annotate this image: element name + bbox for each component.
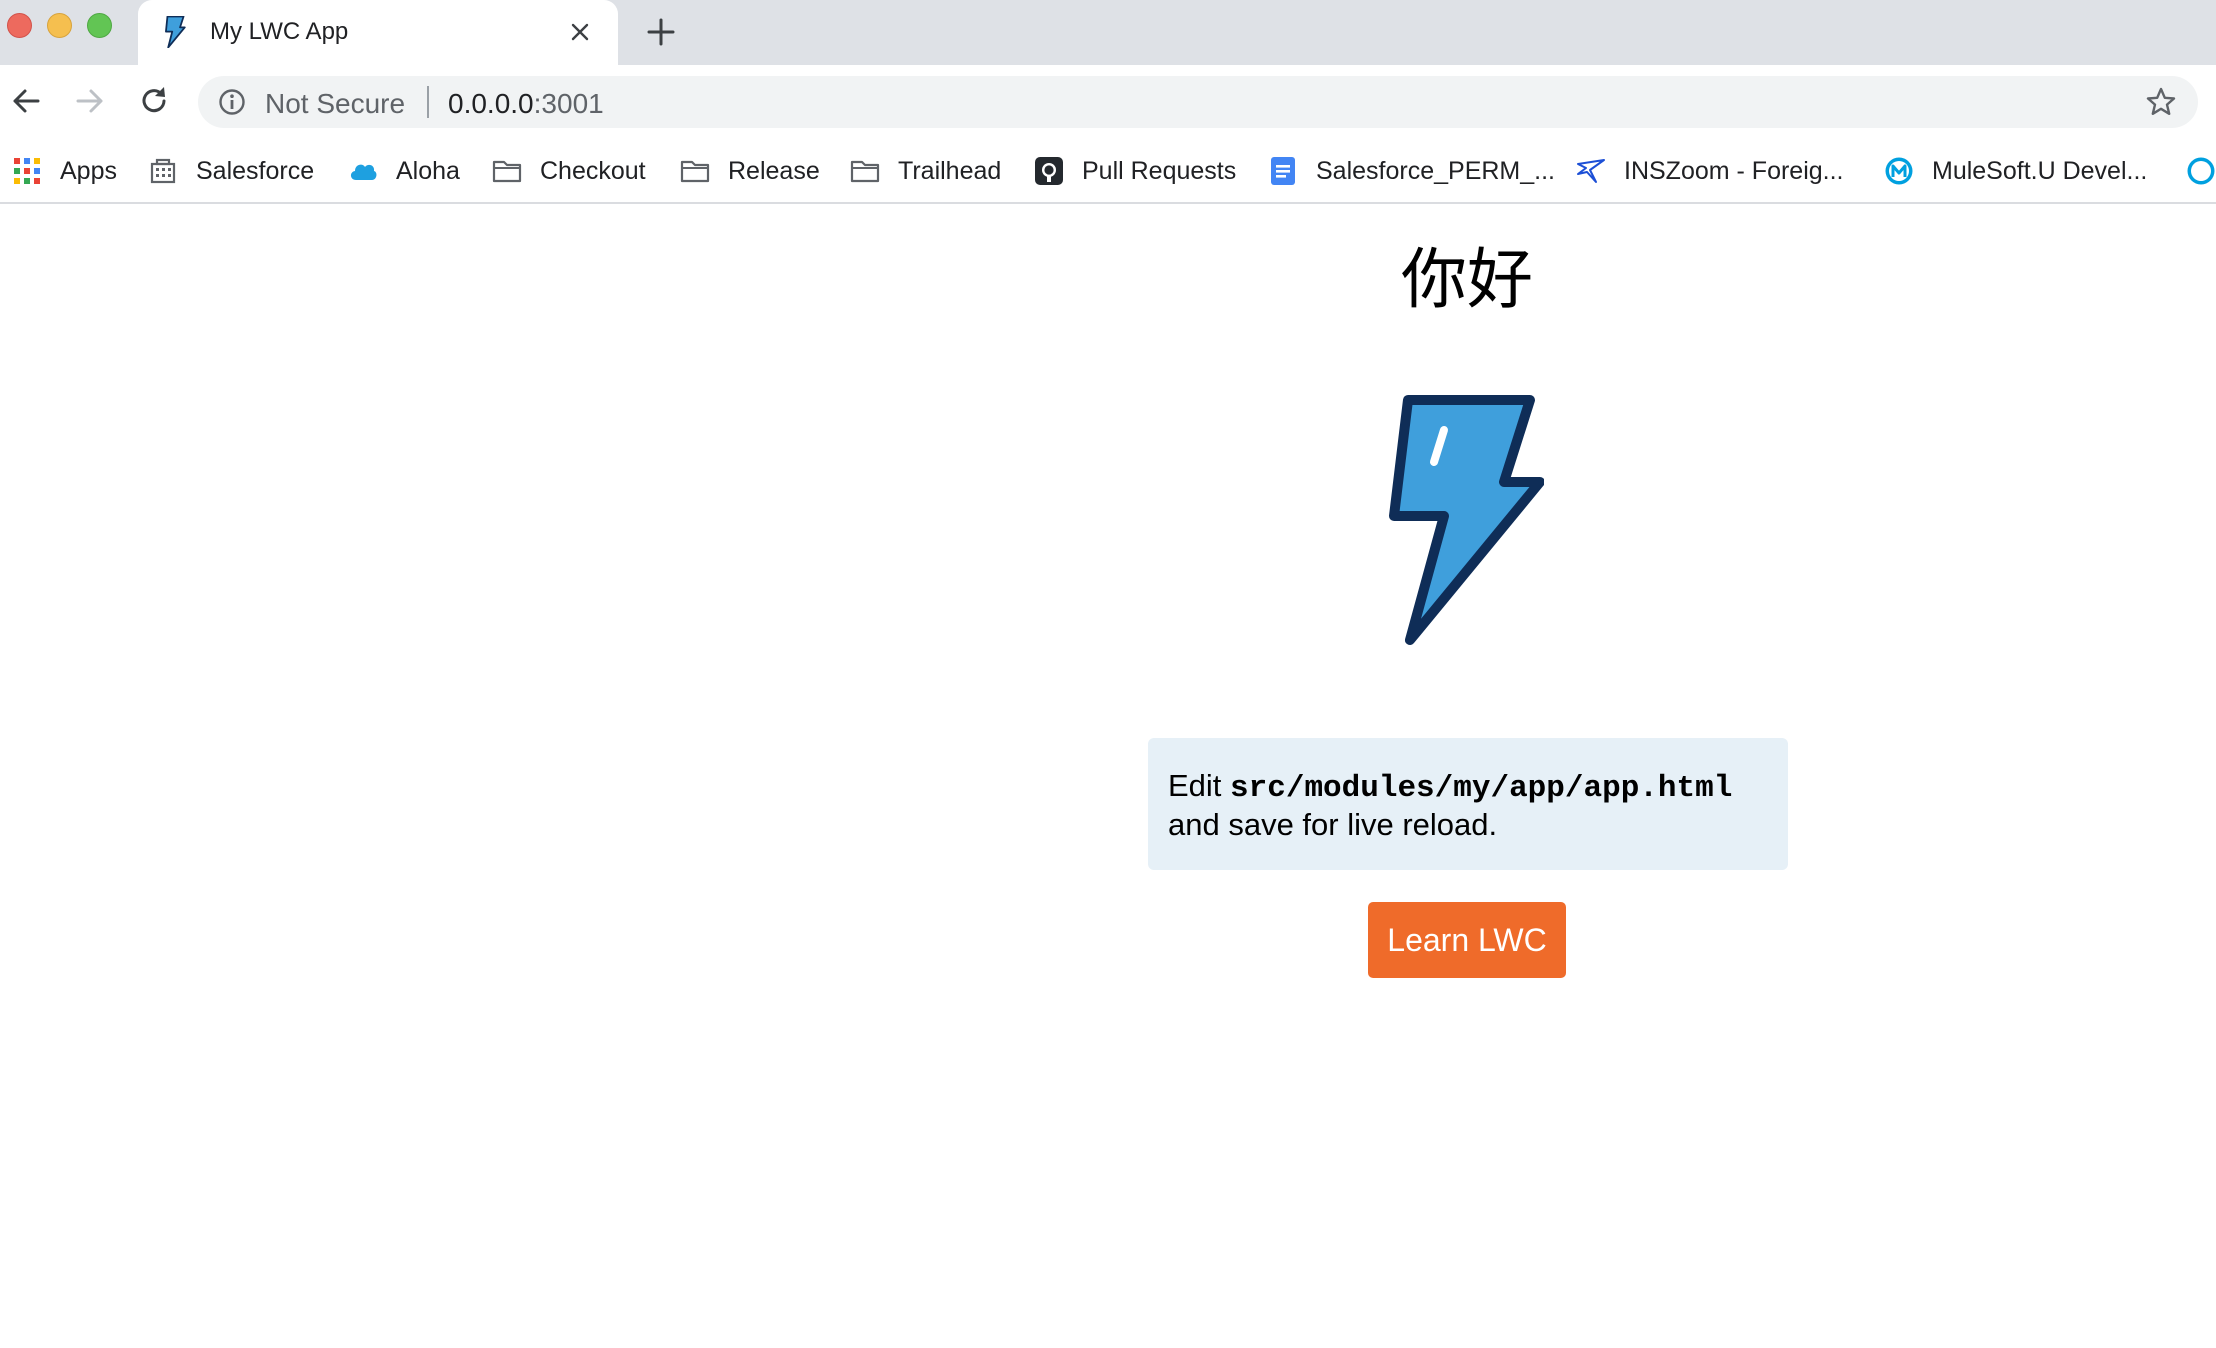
bookmark-pull-requests[interactable]: Pull Requests [1034,140,1236,202]
url-port: :3001 [533,88,604,119]
arrow-right-icon [76,89,103,113]
bookmark-label: Release [728,156,820,185]
bookmark-inszoom[interactable]: INSZoom - Foreig... [1576,140,1844,202]
folder-icon [680,160,710,183]
github-icon [1035,157,1063,185]
mulesoft-icon [1885,157,1913,185]
security-label[interactable]: Not Secure [265,88,405,120]
browser-window: My LWC App Not Secure 0.0.0.0:3001 Apps … [0,0,2216,1348]
close-window-button[interactable] [7,13,32,38]
bookmark-label: MuleSoft.U Devel... [1932,156,2148,185]
url-text[interactable]: 0.0.0.0:3001 [448,88,604,120]
plus-icon[interactable] [643,14,679,50]
folder-icon [492,160,522,183]
building-icon [150,158,176,184]
bookmark-trailhead[interactable]: Trailhead [850,140,1001,202]
page-content: 你好 Edit src/modules/my/app/app.html and … [0,204,2216,1348]
google-doc-icon [1271,157,1295,185]
bookmark-overflow[interactable] [2186,140,2216,202]
reload-icon [142,87,166,113]
file-path: src/modules/my/app/app.html [1230,771,1733,806]
mulesoft-icon [2187,157,2215,185]
lightning-bolt-icon [165,16,186,48]
bookmarks-bar: Apps Salesforce Aloha Checkout Release T… [0,140,2216,204]
bookmark-checkout[interactable]: Checkout [492,140,646,202]
bookmark-label: INSZoom - Foreig... [1624,156,1844,185]
bookmark-label: Pull Requests [1082,156,1237,185]
apps-grid-icon [14,158,40,184]
info-icon[interactable] [218,88,246,116]
bookmark-label: Apps [60,156,117,185]
maximize-window-button[interactable] [87,13,112,38]
instructions-prefix: Edit [1168,768,1231,803]
bookmark-label: Aloha [396,156,460,185]
bookmark-salesforce[interactable]: Salesforce [148,140,314,202]
bird-icon [1577,159,1605,183]
cloud-icon [350,164,377,180]
folder-icon [850,160,880,183]
tab-my-lwc-app[interactable]: My LWC App [138,0,618,65]
address-bar[interactable]: Not Secure 0.0.0.0:3001 [198,76,2198,128]
bookmark-apps[interactable]: Apps [12,140,117,202]
tab-title: My LWC App [210,18,349,45]
bookmark-mulesoft[interactable]: MuleSoft.U Devel... [1884,140,2147,202]
bookmark-release[interactable]: Release [680,140,820,202]
bookmark-label: Salesforce [196,156,315,185]
bookmark-salesforce-perm[interactable]: Salesforce_PERM_... [1268,140,1555,202]
forward-button[interactable] [70,81,110,121]
instructions-box: Edit src/modules/my/app/app.html and sav… [1148,738,1788,870]
bookmark-label: Checkout [540,156,646,185]
url-divider [427,86,429,118]
instructions-suffix: and save for live reload. [1168,807,1498,842]
greeting-heading: 你好 [1401,241,1533,318]
arrow-left-icon [13,89,40,113]
url-host: 0.0.0.0 [448,88,534,119]
learn-lwc-button[interactable]: Learn LWC [1368,902,1566,978]
star-icon[interactable] [2145,86,2177,118]
browser-toolbar: Not Secure 0.0.0.0:3001 [0,65,2216,140]
reload-button[interactable] [134,81,174,121]
bookmark-label: Salesforce_PERM_... [1316,156,1555,185]
close-icon[interactable] [565,17,595,47]
bookmark-aloha[interactable]: Aloha [348,140,460,202]
tab-strip: My LWC App [0,0,2216,65]
back-button[interactable] [6,81,46,121]
minimize-window-button[interactable] [47,13,72,38]
lightning-bolt-icon [1389,395,1544,645]
bookmark-label: Trailhead [898,156,1002,185]
